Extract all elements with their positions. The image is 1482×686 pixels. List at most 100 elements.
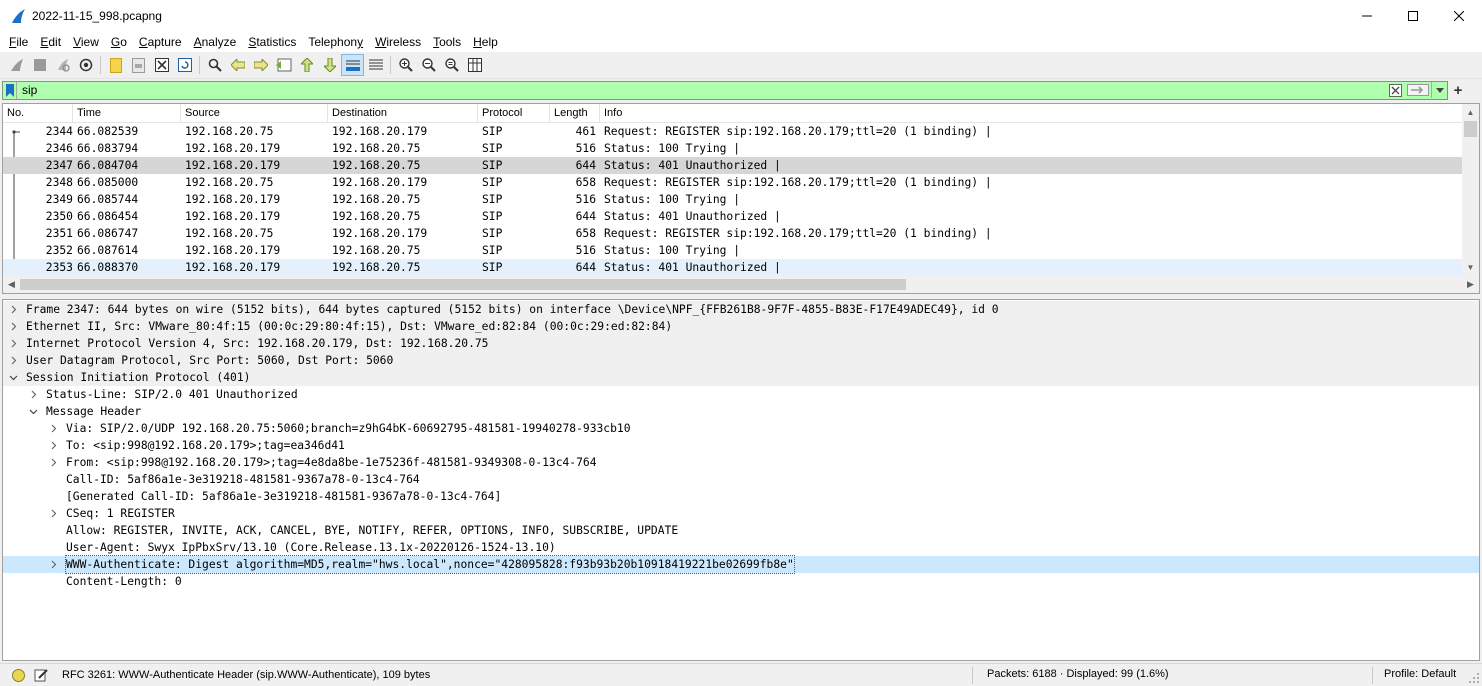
detail-tree-item[interactable]: Frame 2347: 644 bytes on wire (5152 bits…: [3, 301, 1479, 318]
maximize-button[interactable]: [1390, 0, 1436, 32]
detail-tree-item[interactable]: WWW-Authenticate: Digest algorithm=MD5,r…: [3, 555, 1479, 574]
scroll-left-arrow-icon[interactable]: ◀: [3, 276, 20, 293]
detail-tree-item[interactable]: From: <sip:998@192.168.20.179>;tag=4e8da…: [3, 454, 1479, 471]
clear-filter-button[interactable]: [1387, 82, 1403, 98]
packet-row[interactable]: 2348 66.085000 192.168.20.75 192.168.20.179…: [3, 174, 1463, 191]
go-forward-button[interactable]: [249, 54, 272, 76]
autoscroll-button[interactable]: [341, 54, 364, 76]
chevron-right-icon[interactable]: [7, 352, 19, 369]
chevron-down-icon[interactable]: [27, 403, 39, 420]
save-file-button[interactable]: [127, 54, 150, 76]
scrollbar-thumb[interactable]: [20, 279, 906, 290]
packet-list-vscrollbar[interactable]: ▲ ▼: [1462, 104, 1479, 276]
column-header-time[interactable]: Time: [73, 104, 181, 123]
scroll-up-arrow-icon[interactable]: ▲: [1462, 104, 1479, 121]
menu-analyze[interactable]: Analyze: [188, 32, 243, 52]
reload-file-button[interactable]: [173, 54, 196, 76]
packet-row[interactable]: 2351 66.086747 192.168.20.75 192.168.20.179…: [3, 225, 1463, 242]
detail-tree-item[interactable]: To: <sip:998@192.168.20.179>;tag=ea346d4…: [3, 437, 1479, 454]
menu-statistics[interactable]: Statistics: [242, 32, 302, 52]
go-to-packet-button[interactable]: [272, 54, 295, 76]
column-header-no[interactable]: No.: [3, 104, 73, 123]
start-capture-button[interactable]: [5, 54, 28, 76]
menu-wireless[interactable]: Wireless: [369, 32, 427, 52]
first-packet-button[interactable]: [295, 54, 318, 76]
menu-view[interactable]: View: [67, 32, 105, 52]
menu-file[interactable]: File: [3, 32, 34, 52]
menu-capture[interactable]: Capture: [133, 32, 188, 52]
menu-go[interactable]: Go: [105, 32, 133, 52]
zoom-out-button[interactable]: [417, 54, 440, 76]
packet-details-tree[interactable]: Frame 2347: 644 bytes on wire (5152 bits…: [2, 299, 1480, 661]
arrow-right-icon: [1407, 84, 1429, 96]
filter-history-dropdown[interactable]: [1431, 82, 1447, 98]
zoom-in-button[interactable]: [394, 54, 417, 76]
chevron-right-icon[interactable]: [7, 301, 19, 318]
packet-list[interactable]: No. Time Source Destination Protocol Len…: [2, 103, 1480, 294]
open-file-button[interactable]: [104, 54, 127, 76]
apply-filter-button[interactable]: [1405, 82, 1431, 98]
filter-bookmark-button[interactable]: [3, 81, 17, 99]
chevron-down-icon[interactable]: [7, 369, 19, 386]
packet-row[interactable]: 2347 66.084704 192.168.20.179 192.168.20.75…: [3, 157, 1463, 174]
column-header-info[interactable]: Info: [600, 104, 1463, 123]
close-button[interactable]: [1436, 0, 1482, 32]
menu-help[interactable]: Help: [467, 32, 504, 52]
capture-options-button[interactable]: [74, 54, 97, 76]
stop-capture-button[interactable]: [28, 54, 51, 76]
chevron-right-icon[interactable]: [47, 437, 59, 454]
close-file-button[interactable]: [150, 54, 173, 76]
go-back-button[interactable]: [226, 54, 249, 76]
expert-info-led-icon[interactable]: [12, 668, 25, 682]
chevron-right-icon[interactable]: [7, 318, 19, 335]
packet-row[interactable]: 2346 66.083794 192.168.20.179 192.168.20.75…: [3, 140, 1463, 157]
resize-columns-button[interactable]: [463, 54, 486, 76]
detail-tree-item[interactable]: Internet Protocol Version 4, Src: 192.16…: [3, 335, 1479, 352]
restart-capture-button[interactable]: [51, 54, 74, 76]
status-profile[interactable]: Profile: Default: [1384, 668, 1456, 680]
detail-tree-item[interactable]: Status-Line: SIP/2.0 401 Unauthorized: [3, 386, 1479, 403]
normal-size-button[interactable]: [440, 54, 463, 76]
chevron-right-icon[interactable]: [7, 335, 19, 352]
menu-tools[interactable]: Tools: [427, 32, 467, 52]
column-header-destination[interactable]: Destination: [328, 104, 478, 123]
find-packet-button[interactable]: [203, 54, 226, 76]
detail-tree-item[interactable]: [Generated Call-ID: 5af86a1e-3e319218-48…: [3, 488, 1479, 505]
capture-comment-icon[interactable]: [34, 668, 48, 682]
detail-tree-item[interactable]: User-Agent: Swyx IpPbxSrv/13.10 (Core.Re…: [3, 539, 1479, 556]
packet-row[interactable]: 2350 66.086454 192.168.20.179 192.168.20.75…: [3, 208, 1463, 225]
menu-telephony[interactable]: Telephony: [302, 32, 369, 52]
last-packet-button[interactable]: [318, 54, 341, 76]
minimize-button[interactable]: [1344, 0, 1390, 32]
add-filter-button[interactable]: +: [1448, 82, 1468, 99]
column-header-source[interactable]: Source: [181, 104, 328, 123]
chevron-right-icon[interactable]: [27, 386, 39, 403]
resize-grip-icon[interactable]: [1468, 672, 1480, 684]
packet-row[interactable]: 2352 66.087614 192.168.20.179 192.168.20.75…: [3, 242, 1463, 259]
detail-tree-item[interactable]: Session Initiation Protocol (401): [3, 369, 1479, 386]
display-filter-input[interactable]: [17, 81, 1387, 99]
packet-row[interactable]: 2353 66.088370 192.168.20.179 192.168.20.75…: [3, 259, 1463, 276]
scroll-right-arrow-icon[interactable]: ▶: [1462, 276, 1479, 293]
packet-row[interactable]: 2344 66.082539 192.168.20.75 192.168.20.179…: [3, 123, 1463, 140]
chevron-right-icon[interactable]: [47, 556, 59, 573]
detail-tree-item[interactable]: Call-ID: 5af86a1e-3e319218-481581-9367a7…: [3, 471, 1479, 488]
packet-list-hscrollbar[interactable]: ◀ ▶: [3, 276, 1479, 293]
detail-tree-item[interactable]: Content-Length: 0: [3, 573, 1479, 590]
menu-edit[interactable]: Edit: [34, 32, 67, 52]
packet-row[interactable]: 2349 66.085744 192.168.20.179 192.168.20.75…: [3, 191, 1463, 208]
detail-tree-item[interactable]: CSeq: 1 REGISTER: [3, 505, 1479, 522]
column-header-protocol[interactable]: Protocol: [478, 104, 550, 123]
colorize-button[interactable]: [364, 54, 387, 76]
detail-tree-item[interactable]: Message Header: [3, 403, 1479, 420]
chevron-right-icon[interactable]: [47, 420, 59, 437]
detail-tree-item[interactable]: Ethernet II, Src: VMware_80:4f:15 (00:0c…: [3, 318, 1479, 335]
chevron-right-icon[interactable]: [47, 505, 59, 522]
column-header-length[interactable]: Length: [550, 104, 600, 123]
detail-tree-item[interactable]: User Datagram Protocol, Src Port: 5060, …: [3, 352, 1479, 369]
detail-tree-item[interactable]: Allow: REGISTER, INVITE, ACK, CANCEL, BY…: [3, 522, 1479, 539]
scrollbar-thumb[interactable]: [1464, 121, 1477, 137]
chevron-right-icon[interactable]: [47, 454, 59, 471]
scroll-down-arrow-icon[interactable]: ▼: [1462, 259, 1479, 276]
detail-tree-item[interactable]: Via: SIP/2.0/UDP 192.168.20.75:5060;bran…: [3, 420, 1479, 437]
